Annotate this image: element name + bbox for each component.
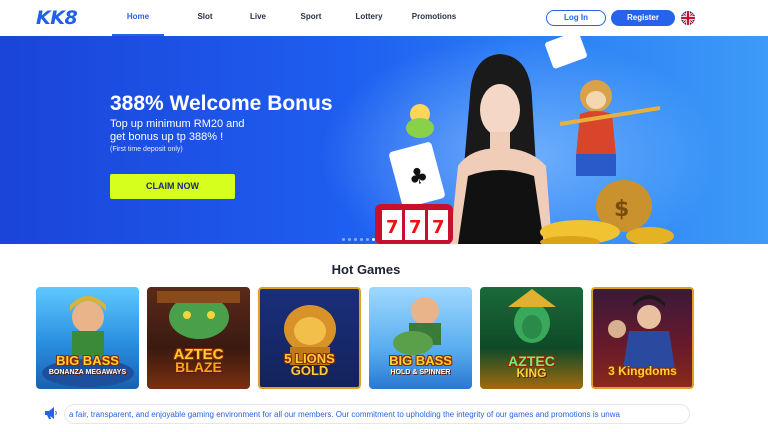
main-nav: Home Slot Live Sport Lottery Promotions xyxy=(112,0,465,36)
game-card-aztec-blaze[interactable]: AZTEC BLAZE xyxy=(147,287,250,389)
game-card-big-bass-bonanza-megaways[interactable]: BIG BASS BONANZA MEGAWAYS xyxy=(36,287,139,389)
carousel-dot-active[interactable] xyxy=(372,238,375,241)
game-card-big-bass-hold-spinner[interactable]: BIG BASS HOLD & SPINNER xyxy=(369,287,472,389)
game-title: BIG BASS HOLD & SPINNER xyxy=(389,353,452,376)
game-title: 5 LIONS GOLD xyxy=(284,351,335,378)
game-card-aztec-king[interactable]: AZTEC KING xyxy=(480,287,583,389)
register-button[interactable]: Register xyxy=(611,10,675,26)
uk-flag-icon[interactable] xyxy=(681,11,695,25)
carousel-dot[interactable] xyxy=(342,238,345,241)
game-card-3-kingdoms[interactable]: 3 Kingdoms xyxy=(591,287,694,389)
hot-games-title: Hot Games xyxy=(331,262,401,277)
game-title: BIG BASS BONANZA MEGAWAYS xyxy=(48,353,127,376)
carousel-dots xyxy=(342,238,375,241)
nav-live[interactable]: Live xyxy=(237,0,279,36)
carousel-dot[interactable] xyxy=(348,238,351,241)
svg-text:$: $ xyxy=(614,197,629,222)
nav-lottery[interactable]: Lottery xyxy=(343,0,395,36)
nav-slot[interactable]: Slot xyxy=(184,0,226,36)
megaphone-icon xyxy=(44,406,58,420)
svg-text:7: 7 xyxy=(432,217,445,238)
announcement-marquee[interactable]: a fair, transparent, and enjoyable gamin… xyxy=(64,404,690,424)
banner-subtitle-line1: Top up minimum RM20 and xyxy=(110,118,245,130)
svg-text:7: 7 xyxy=(386,217,399,238)
banner-subtitle-line2: get bonus up tp 388% ! xyxy=(110,131,224,143)
banner-title: 388% Welcome Bonus xyxy=(110,92,333,115)
nav-sport[interactable]: Sport xyxy=(290,0,332,36)
banner-note: (First time deposit only) xyxy=(110,146,183,153)
svg-text:7: 7 xyxy=(409,217,422,238)
game-title: 3 Kingdoms xyxy=(608,364,677,378)
game-title: AZTEC BLAZE xyxy=(173,346,224,375)
carousel-dot[interactable] xyxy=(354,238,357,241)
nav-promotions[interactable]: Promotions xyxy=(403,0,465,36)
nav-home[interactable]: Home xyxy=(112,0,164,36)
hot-games-list: BIG BASS BONANZA MEGAWAYS AZTEC BLAZE 5 LI… xyxy=(36,287,694,389)
banner-subtitle: Top up minimum RM20 and get bonus up tp … xyxy=(110,118,245,144)
claim-now-button[interactable]: CLAIM NOW xyxy=(110,174,235,199)
promo-banner[interactable]: ♣ 7 7 7 $ 388% Welcome Bonus Top up mini… xyxy=(0,36,768,244)
login-button[interactable]: Log In xyxy=(546,10,606,26)
carousel-dot[interactable] xyxy=(366,238,369,241)
top-header: KK8 Home Slot Live Sport Lottery Promoti… xyxy=(0,0,768,36)
site-logo[interactable]: KK8 xyxy=(36,7,78,29)
game-card-5-lions-gold[interactable]: 5 LIONS GOLD xyxy=(258,287,361,389)
announcement-text: a fair, transparent, and enjoyable gamin… xyxy=(69,410,620,419)
carousel-dot[interactable] xyxy=(360,238,363,241)
game-title: AZTEC KING xyxy=(508,353,555,380)
